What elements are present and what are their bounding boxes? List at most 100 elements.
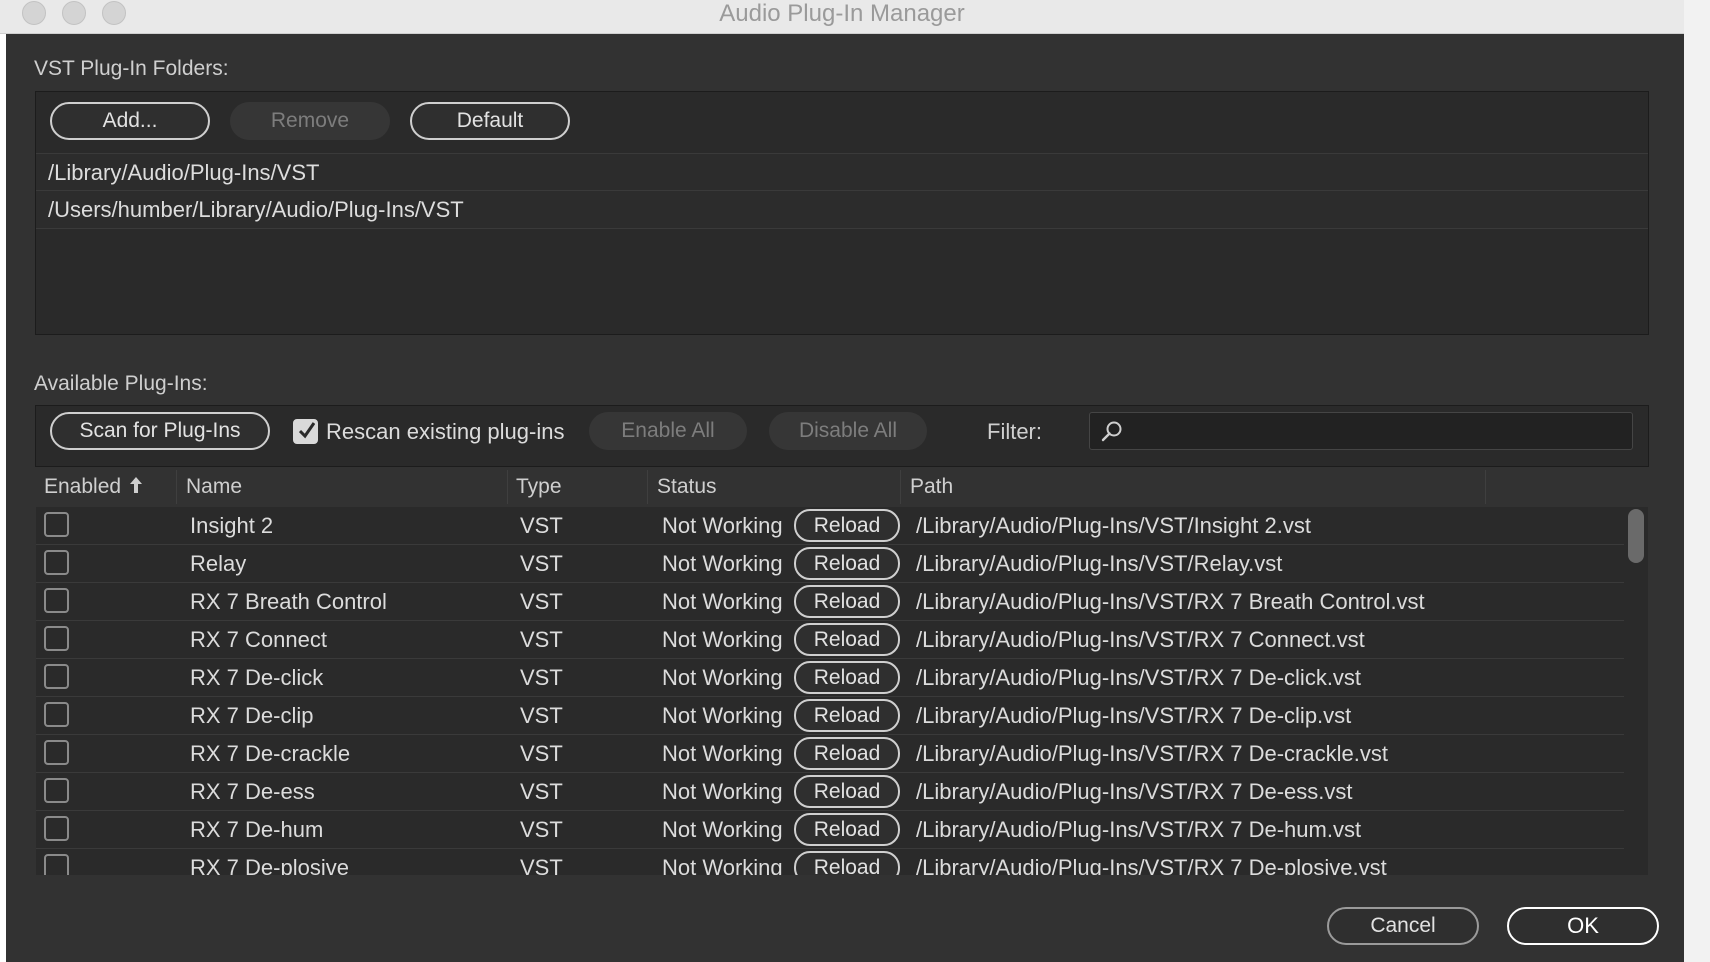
plugin-type: VST bbox=[520, 817, 563, 842]
plugin-enabled-checkbox[interactable] bbox=[44, 550, 69, 575]
plugin-status: Not Working bbox=[662, 855, 783, 875]
default-folders-button[interactable]: Default bbox=[410, 102, 570, 140]
plugin-name: RX 7 Connect bbox=[190, 627, 327, 652]
column-header-type[interactable]: Type bbox=[508, 470, 648, 504]
column-header-enabled-label: Enabled bbox=[44, 475, 122, 498]
column-header-name[interactable]: Name bbox=[178, 470, 508, 504]
plugin-type: VST bbox=[520, 513, 563, 538]
table-row[interactable]: RX 7 De-plosive VST Not Working Reload /… bbox=[36, 849, 1624, 875]
remove-folder-button[interactable]: Remove bbox=[230, 102, 390, 140]
plugin-type: VST bbox=[520, 665, 563, 690]
window-title: Audio Plug-In Manager bbox=[719, 0, 965, 27]
plugin-path: /Library/Audio/Plug-Ins/VST/Relay.vst bbox=[916, 551, 1283, 576]
plugin-path: /Library/Audio/Plug-Ins/VST/RX 7 De-plos… bbox=[916, 855, 1387, 875]
reload-button[interactable]: Reload bbox=[794, 661, 900, 694]
plugin-status: Not Working bbox=[662, 703, 783, 728]
table-row[interactable]: RX 7 Breath Control VST Not Working Relo… bbox=[36, 583, 1624, 621]
table-row[interactable]: RX 7 De-click VST Not Working Reload /Li… bbox=[36, 659, 1624, 697]
column-header-status[interactable]: Status bbox=[649, 470, 901, 504]
plugin-name: RX 7 Breath Control bbox=[190, 589, 387, 614]
folders-section-label: VST Plug-In Folders: bbox=[34, 57, 229, 80]
rescan-existing-checkbox[interactable] bbox=[293, 419, 318, 444]
reload-button[interactable]: Reload bbox=[794, 585, 900, 618]
plugin-status: Not Working bbox=[662, 741, 783, 766]
plugin-enabled-checkbox[interactable] bbox=[44, 702, 69, 727]
plugin-enabled-checkbox[interactable] bbox=[44, 512, 69, 537]
table-row[interactable]: RX 7 Connect VST Not Working Reload /Lib… bbox=[36, 621, 1624, 659]
plugin-enabled-checkbox[interactable] bbox=[44, 664, 69, 689]
scrollbar-thumb[interactable] bbox=[1628, 509, 1644, 563]
table-row[interactable]: Insight 2 VST Not Working Reload /Librar… bbox=[36, 507, 1624, 545]
plugin-status: Not Working bbox=[662, 551, 783, 576]
reload-button[interactable]: Reload bbox=[794, 547, 900, 580]
cancel-button[interactable]: Cancel bbox=[1327, 907, 1479, 945]
table-row[interactable]: RX 7 De-crackle VST Not Working Reload /… bbox=[36, 735, 1624, 773]
plugin-path: /Library/Audio/Plug-Ins/VST/RX 7 Connect… bbox=[916, 627, 1365, 652]
add-folder-button[interactable]: Add... bbox=[50, 102, 210, 140]
disable-all-button[interactable]: Disable All bbox=[769, 412, 927, 450]
table-row[interactable]: RX 7 De-ess VST Not Working Reload /Libr… bbox=[36, 773, 1624, 811]
reload-button[interactable]: Reload bbox=[794, 813, 900, 846]
table-scrollbar[interactable] bbox=[1626, 507, 1646, 875]
plugin-type: VST bbox=[520, 589, 563, 614]
folder-list-item[interactable]: /Users/humber/Library/Audio/Plug-Ins/VST bbox=[36, 191, 1648, 229]
rescan-existing-label[interactable]: Rescan existing plug-ins bbox=[326, 419, 564, 445]
reload-button[interactable]: Reload bbox=[794, 775, 900, 808]
plugin-status: Not Working bbox=[662, 665, 783, 690]
plugin-enabled-checkbox[interactable] bbox=[44, 778, 69, 803]
plugin-name: RX 7 De-plosive bbox=[190, 855, 349, 875]
table-row[interactable]: Relay VST Not Working Reload /Library/Au… bbox=[36, 545, 1624, 583]
plugin-path: /Library/Audio/Plug-Ins/VST/RX 7 Breath … bbox=[916, 589, 1425, 614]
table-row[interactable]: RX 7 De-hum VST Not Working Reload /Libr… bbox=[36, 811, 1624, 849]
plugin-status: Not Working bbox=[662, 779, 783, 804]
plugin-name: RX 7 De-hum bbox=[190, 817, 324, 842]
plugin-enabled-checkbox[interactable] bbox=[44, 816, 69, 841]
plugin-path: /Library/Audio/Plug-Ins/VST/RX 7 De-clic… bbox=[916, 665, 1362, 690]
folder-list-item[interactable]: /Library/Audio/Plug-Ins/VST bbox=[36, 153, 1648, 191]
plugin-enabled-checkbox[interactable] bbox=[44, 588, 69, 613]
filter-input[interactable] bbox=[1089, 412, 1633, 450]
table-row[interactable]: RX 7 De-clip VST Not Working Reload /Lib… bbox=[36, 697, 1624, 735]
plugin-path: /Library/Audio/Plug-Ins/VST/RX 7 De-clip… bbox=[916, 703, 1352, 728]
plugins-table: Insight 2 VST Not Working Reload /Librar… bbox=[36, 507, 1648, 875]
plugin-type: VST bbox=[520, 627, 563, 652]
plugin-status: Not Working bbox=[662, 817, 783, 842]
plugin-name: RX 7 De-click bbox=[190, 665, 324, 690]
plugin-type: VST bbox=[520, 551, 563, 576]
reload-button[interactable]: Reload bbox=[794, 851, 900, 875]
plugin-name: Relay bbox=[190, 551, 247, 576]
column-header-enabled[interactable]: Enabled bbox=[36, 470, 177, 504]
search-icon bbox=[1101, 421, 1122, 442]
plugin-status: Not Working bbox=[662, 627, 783, 652]
plugin-name: RX 7 De-ess bbox=[190, 779, 315, 804]
plugin-name: Insight 2 bbox=[190, 513, 274, 538]
plugin-path: /Library/Audio/Plug-Ins/VST/RX 7 De-crac… bbox=[916, 741, 1388, 766]
plugin-type: VST bbox=[520, 855, 563, 875]
sort-ascending-arrow-icon bbox=[130, 477, 142, 493]
plugin-type: VST bbox=[520, 741, 563, 766]
plugin-type: VST bbox=[520, 779, 563, 804]
plugin-name: RX 7 De-crackle bbox=[190, 741, 351, 766]
plugin-enabled-checkbox[interactable] bbox=[44, 854, 69, 875]
plugin-enabled-checkbox[interactable] bbox=[44, 740, 69, 765]
enable-all-button[interactable]: Enable All bbox=[589, 412, 747, 450]
plugin-path: /Library/Audio/Plug-Ins/VST/RX 7 De-ess.… bbox=[916, 779, 1353, 804]
plugin-path: /Library/Audio/Plug-Ins/VST/RX 7 De-hum.… bbox=[916, 817, 1362, 842]
reload-button[interactable]: Reload bbox=[794, 623, 900, 656]
plugins-section-label: Available Plug-Ins: bbox=[34, 372, 208, 395]
reload-button[interactable]: Reload bbox=[794, 699, 900, 732]
plugin-enabled-checkbox[interactable] bbox=[44, 626, 69, 651]
reload-button[interactable]: Reload bbox=[794, 509, 900, 542]
plugin-path: /Library/Audio/Plug-Ins/VST/Insight 2.vs… bbox=[916, 513, 1311, 538]
plugin-type: VST bbox=[520, 703, 563, 728]
checkmark-icon bbox=[299, 422, 315, 439]
title-bar: Audio Plug-In Manager bbox=[0, 0, 1684, 34]
plugin-name: RX 7 De-clip bbox=[190, 703, 314, 728]
scan-for-plugins-button[interactable]: Scan for Plug-Ins bbox=[50, 412, 270, 450]
filter-label: Filter: bbox=[987, 419, 1042, 444]
plugin-status: Not Working bbox=[662, 513, 783, 538]
column-header-path[interactable]: Path bbox=[902, 470, 1486, 504]
ok-button[interactable]: OK bbox=[1507, 907, 1659, 945]
reload-button[interactable]: Reload bbox=[794, 737, 900, 770]
desktop-background bbox=[1684, 0, 1710, 962]
